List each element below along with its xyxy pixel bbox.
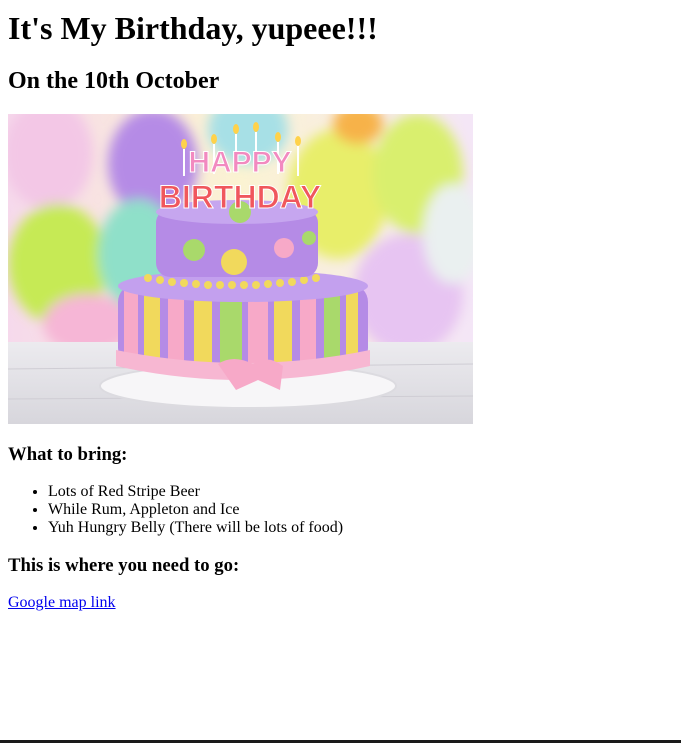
list-item: Yuh Hungry Belly (There will be lots of … [48,519,673,537]
party-date: On the 10th October [8,68,220,94]
google-map-link[interactable]: Google map link [8,594,116,611]
list-item: Lots of Red Stripe Beer [48,483,673,501]
page-title: It's My Birthday, yupeee!!! [8,10,378,46]
cake-text-happy: HAPPY [188,146,291,179]
directions-heading: This is where you need to go: [8,555,240,576]
bring-list: Lots of Red Stripe Beer While Rum, Apple… [8,483,673,537]
list-item: While Rum, Appleton and Ice [48,501,673,519]
bring-heading: What to bring: [8,444,128,465]
cake-text-birthday: BIRTHDAY [159,179,321,215]
birthday-cake-image: HAPPY BIRTHDAY [8,114,473,424]
